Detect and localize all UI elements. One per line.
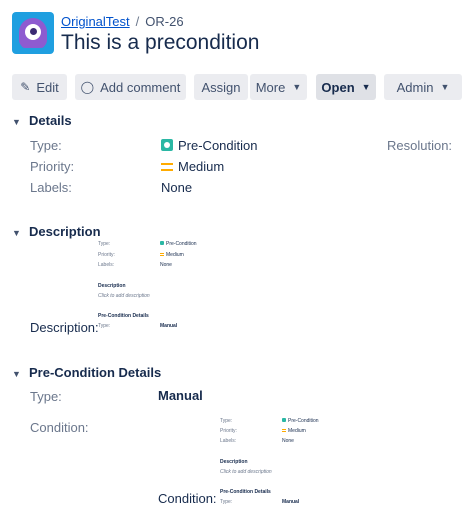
assign-button[interactable]: Assign (194, 74, 248, 100)
pc-type-label: Type: (30, 389, 62, 404)
more-label: More (255, 79, 286, 95)
chevron-down-icon: ▼ (361, 82, 371, 92)
condition-field-label: Condition: (158, 491, 217, 506)
priority-label: Priority: (30, 159, 75, 174)
mini-priority-value-text: Medium (288, 428, 306, 434)
pre-condition-icon (161, 139, 173, 151)
project-link[interactable]: OriginalTest (61, 14, 130, 29)
issue-header: OriginalTest / OR-26 This is a preconditio… (12, 12, 462, 60)
status-label: Open (321, 79, 355, 95)
description-section-toggle[interactable]: ▼ Description (12, 224, 101, 239)
precondition-details-section-toggle[interactable]: ▼ Pre-Condition Details (12, 365, 161, 380)
mini-details-type-value: Manual (282, 499, 300, 505)
labels-value[interactable]: None (161, 180, 192, 195)
status-open-button[interactable]: Open ▼ (316, 74, 376, 100)
breadcrumb: OriginalTest / OR-26 (61, 14, 184, 29)
mini-priority-label: Priority: (220, 428, 237, 434)
mini-priority-value: Medium (160, 252, 184, 258)
priority-value-text: Medium (178, 159, 225, 174)
breadcrumb-separator: / (135, 14, 140, 29)
priority-medium-icon (160, 253, 164, 256)
priority-medium-icon (161, 163, 173, 171)
priority-medium-icon (282, 429, 286, 432)
chevron-down-icon: ▼ (292, 82, 302, 92)
mini-priority-value-text: Medium (166, 252, 184, 258)
mini-description-placeholder: Click to add description (98, 293, 150, 299)
precondition-details-heading: Pre-Condition Details (29, 365, 162, 380)
edit-button[interactable]: ✎ Edit (12, 74, 67, 100)
chevron-down-icon: ▼ (440, 82, 450, 92)
admin-label: Admin (396, 79, 434, 95)
embedded-condition-preview: Type: Pre-Condition Priority: Medium Lab… (220, 418, 340, 510)
details-section-toggle[interactable]: ▼ Details (12, 113, 72, 128)
more-button[interactable]: More ▼ (250, 74, 307, 100)
pc-type-value: Manual (158, 388, 203, 403)
chevron-down-icon: ▼ (12, 228, 21, 238)
add-comment-label: Add comment (100, 79, 181, 95)
mini-details-heading: Pre-Condition Details (98, 313, 149, 319)
mini-labels-label: Labels: (98, 262, 115, 268)
mini-type-value: Pre-Condition (282, 418, 319, 424)
resolution-label: Resolution: (387, 138, 453, 153)
type-label: Type: (30, 138, 62, 153)
chevron-down-icon: ▼ (12, 369, 21, 379)
pre-condition-icon (160, 241, 164, 245)
labels-label: Labels: (30, 180, 72, 195)
type-value: Pre-Condition (161, 138, 258, 153)
pre-condition-icon (282, 418, 286, 422)
project-avatar-icon[interactable] (12, 12, 54, 54)
mini-labels-label: Labels: (220, 438, 237, 444)
mini-details-type-label: Type: (98, 323, 111, 329)
assign-label: Assign (201, 79, 241, 95)
comment-icon: ◯ (80, 80, 95, 94)
condition-label: Condition: (30, 420, 89, 435)
chevron-down-icon: ▼ (12, 117, 21, 127)
issue-title[interactable]: This is a precondition (61, 31, 259, 55)
mini-description-placeholder: Click to add description (220, 469, 272, 475)
issue-toolbar: ✎ Edit ◯ Add comment Assign More ▼ Open ▼ Ad… (12, 74, 462, 100)
mini-details-heading: Pre-Condition Details (220, 489, 271, 495)
pencil-icon: ✎ (20, 80, 31, 94)
mini-type-label: Type: (98, 241, 111, 247)
mini-description-heading: Description (220, 459, 248, 465)
add-comment-button[interactable]: ◯ Add comment (75, 74, 186, 100)
mini-labels-value: None (160, 262, 172, 268)
mini-priority-label: Priority: (98, 252, 115, 258)
embedded-issue-preview: Type: Pre-Condition Priority: Medium Lab… (98, 241, 218, 333)
details-heading: Details (29, 113, 72, 128)
type-value-text: Pre-Condition (178, 138, 258, 153)
admin-button[interactable]: Admin ▼ (384, 74, 462, 100)
mini-labels-value: None (282, 438, 294, 444)
edit-button-label: Edit (36, 79, 59, 95)
mini-type-value-text: Pre-Condition (288, 418, 319, 424)
issue-key-link[interactable]: OR-26 (145, 14, 183, 29)
mini-details-type-label: Type: (220, 499, 233, 505)
mini-type-value: Pre-Condition (160, 241, 197, 247)
mini-description-heading: Description (98, 283, 126, 289)
priority-value[interactable]: Medium (161, 159, 224, 174)
description-field-label: Description: (30, 320, 99, 335)
description-heading: Description (29, 224, 101, 239)
mini-type-label: Type: (220, 418, 233, 424)
mini-priority-value: Medium (282, 428, 306, 434)
mini-type-value-text: Pre-Condition (166, 241, 197, 247)
mini-details-type-value: Manual (160, 323, 178, 329)
